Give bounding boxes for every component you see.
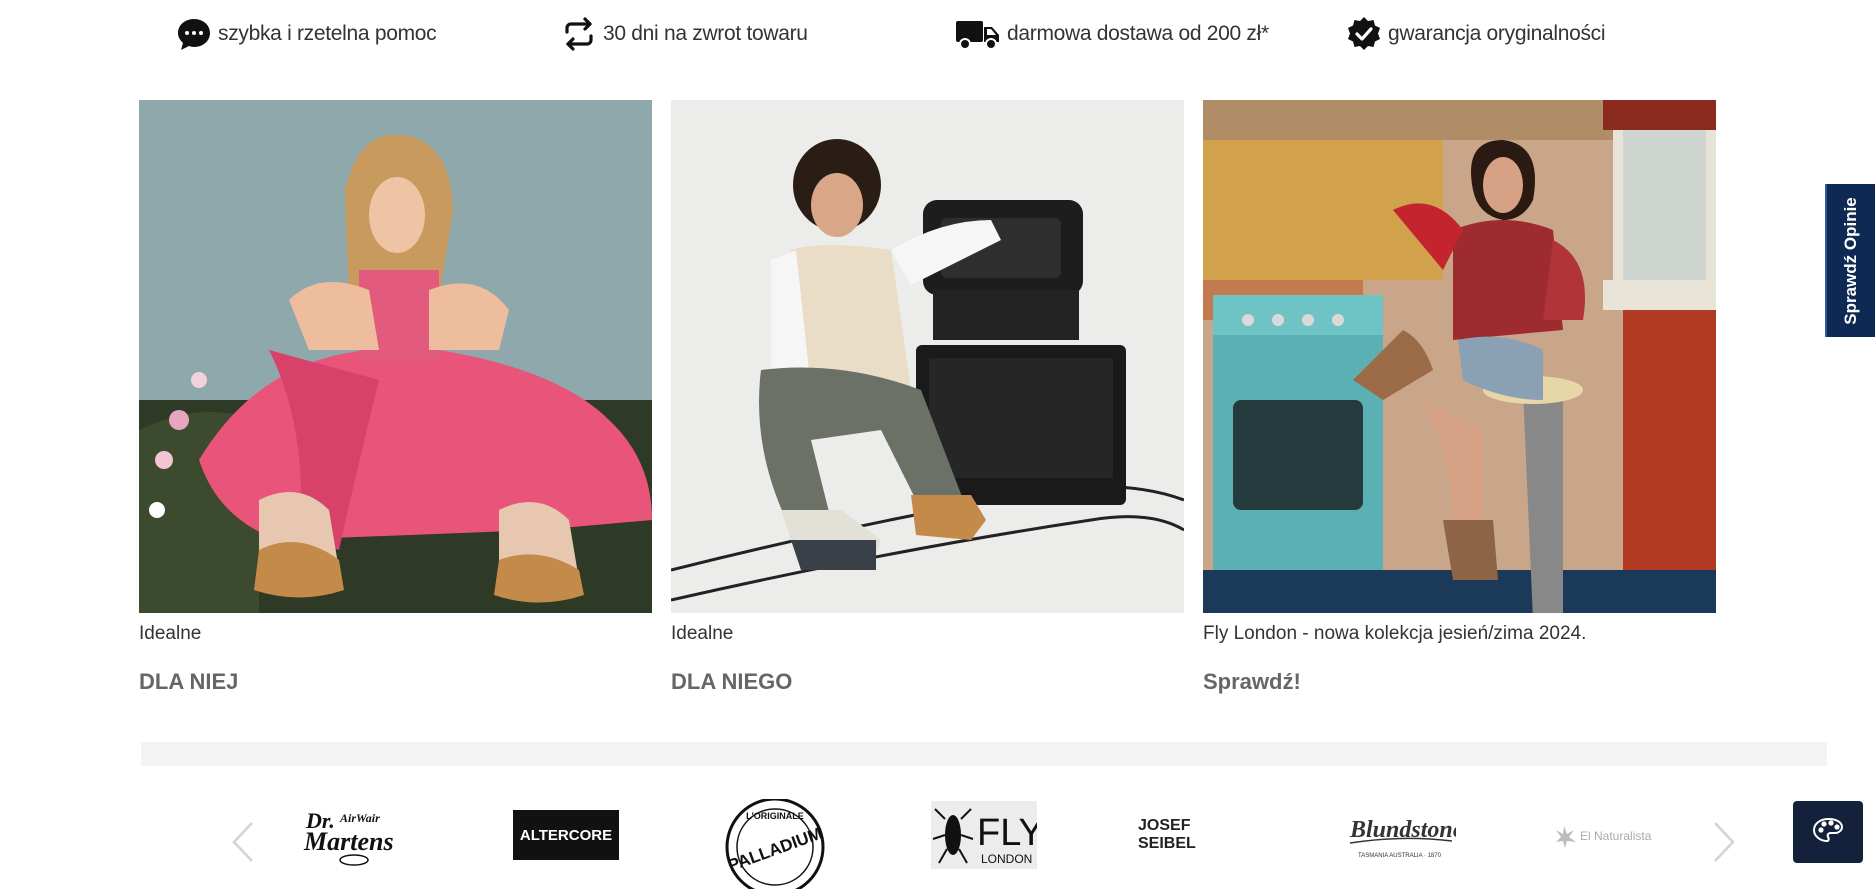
brand-logo-text: FLY [977, 812, 1037, 854]
cookie-icon [1812, 817, 1844, 848]
benefit-label: gwarancja oryginalności [1388, 22, 1606, 45]
card-subtitle: Idealne [139, 623, 202, 644]
benefit-authenticity: gwarancja oryginalności [1346, 16, 1606, 52]
brand-section-divider [141, 742, 1827, 766]
brand-logo-el-naturalista[interactable]: El Naturalista [1556, 800, 1666, 870]
verified-badge-icon [1346, 16, 1382, 52]
benefit-label: szybka i rzetelna pomoc [218, 22, 437, 45]
brand-logo-text: L'ORIGINALE [746, 811, 804, 821]
brand-logo-fly-london[interactable]: FLY LONDON [931, 800, 1037, 870]
card-subtitle: Idealne [671, 623, 734, 644]
brand-logo-text: El Naturalista [1580, 829, 1652, 843]
brand-logo-text: Martens [303, 827, 394, 856]
brand-logo-text: ALTERCORE [513, 810, 619, 860]
card-heading-link[interactable]: DLA NIEJ [139, 669, 652, 695]
card-heading-link[interactable]: DLA NIEGO [671, 669, 1184, 695]
brand-carousel: Dr. AirWair Martens ALTERCORE L'ORIGINAL… [0, 790, 1875, 889]
benefit-label: darmowa dostawa od 200 zł* [1007, 22, 1269, 45]
promo-card-her[interactable]: Idealne DLA NIEJ [139, 100, 652, 695]
card-subtitle: Fly London - nowa kolekcja jesień/zima 2… [1203, 623, 1587, 644]
brand-logo-josef-seibel[interactable]: JOSEF SEIBEL [1138, 800, 1248, 870]
benefit-support: szybka i rzetelna pomoc [176, 16, 437, 52]
delivery-truck-icon [955, 16, 1001, 52]
brand-logo-text: TASMANIA AUSTRALIA · 1870 [1358, 853, 1442, 859]
benefits-bar: szybka i rzetelna pomoc 30 dni na zwrot … [0, 0, 1875, 70]
brand-logo-text: LONDON [981, 852, 1032, 866]
chat-bubble-icon [176, 16, 212, 52]
promo-image-him[interactable] [671, 100, 1184, 613]
promo-card-fly-london[interactable]: Fly London - nowa kolekcja jesień/zima 2… [1203, 100, 1716, 695]
brand-logo-altercore[interactable]: ALTERCORE [513, 800, 619, 870]
promo-image-fly-london[interactable] [1203, 100, 1716, 613]
reviews-side-tab[interactable]: Sprawdź Opinie [1825, 184, 1875, 337]
return-arrows-icon [561, 16, 597, 52]
brand-logo-dr-martens[interactable]: Dr. AirWair Martens [298, 800, 418, 870]
carousel-prev-arrow[interactable] [230, 820, 256, 864]
brand-logo-blundstone[interactable]: Blundstone TASMANIA AUSTRALIA · 1870 [1346, 800, 1456, 870]
cookie-settings-button[interactable] [1793, 801, 1863, 863]
card-heading-link[interactable]: Sprawdź! [1203, 669, 1716, 695]
promo-image-her[interactable] [139, 100, 652, 613]
brand-logo-text: AirWair [339, 811, 380, 825]
promo-card-him[interactable]: Idealne DLA NIEGO [671, 100, 1184, 695]
carousel-next-arrow[interactable] [1711, 820, 1737, 864]
benefit-label: 30 dni na zwrot towaru [603, 22, 808, 45]
brand-logo-text: JOSEF SEIBEL [1138, 817, 1196, 852]
benefit-returns: 30 dni na zwrot towaru [561, 16, 808, 52]
benefit-delivery: darmowa dostawa od 200 zł* [955, 16, 1269, 52]
brand-logo-palladium[interactable]: L'ORIGINALE PALLADIUM [724, 799, 826, 889]
reviews-tab-label: Sprawdź Opinie [1841, 196, 1860, 325]
